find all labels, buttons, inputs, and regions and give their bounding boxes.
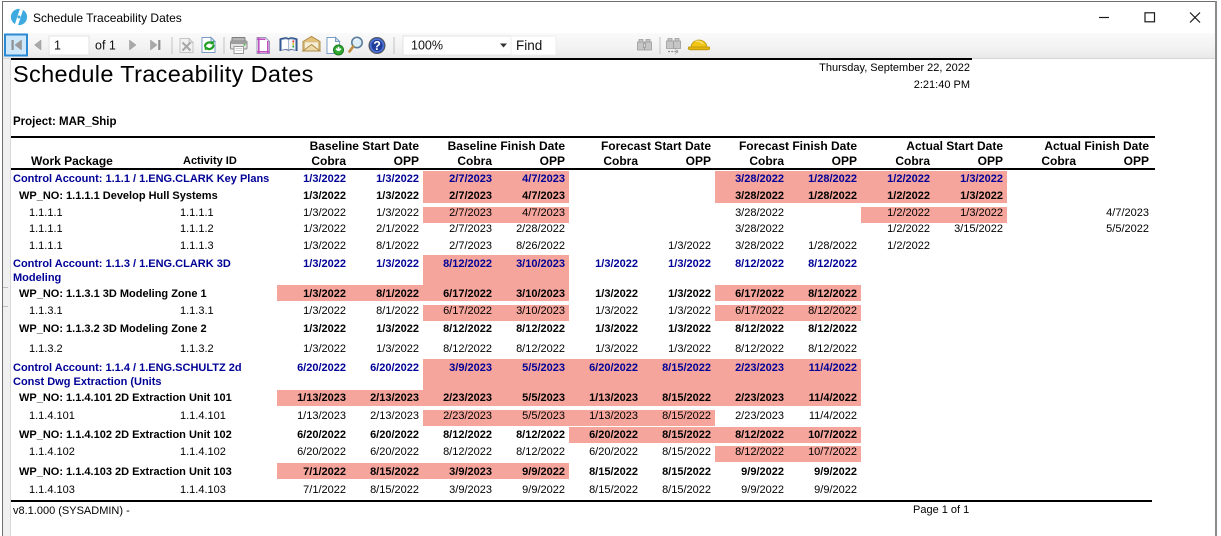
- svg-text:?: ?: [373, 39, 381, 53]
- svg-text:Find: Find: [516, 38, 542, 53]
- svg-text:100%: 100%: [411, 39, 443, 53]
- svg-text:of 1: of 1: [95, 39, 116, 53]
- svg-text:1: 1: [54, 39, 61, 53]
